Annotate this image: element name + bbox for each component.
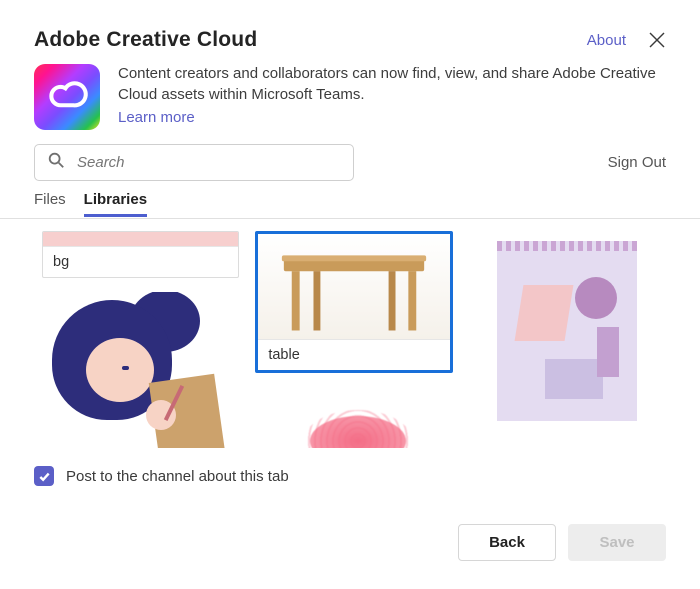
intro-block: Content creators and collaborators can n…: [34, 64, 666, 130]
sign-out-link[interactable]: Sign Out: [608, 154, 666, 171]
post-checkbox-label: Post to the channel about this tab: [66, 468, 289, 485]
search-row: Sign Out: [34, 144, 666, 181]
thumb-table: [258, 234, 449, 339]
tab-files[interactable]: Files: [34, 191, 66, 217]
close-icon[interactable]: [648, 31, 666, 49]
tab-strip: Files Libraries: [34, 191, 666, 218]
gallery-col-2: table: [255, 231, 452, 448]
post-to-channel-row: Post to the channel about this tab: [34, 466, 666, 486]
intro-text-wrap: Content creators and collaborators can n…: [118, 64, 666, 130]
tile-rug[interactable]: [469, 231, 666, 431]
gallery-col-3: [469, 231, 666, 448]
thumb-bg: [43, 232, 238, 246]
header-actions: About: [587, 31, 666, 49]
tile-illustration-girl[interactable]: [42, 292, 239, 448]
tile-label-table: table: [258, 339, 449, 370]
back-button[interactable]: Back: [458, 524, 556, 561]
asset-gallery: bg: [0, 218, 700, 448]
gallery-col-1: bg: [42, 231, 239, 448]
tile-table[interactable]: table: [255, 231, 452, 373]
thumb-slipper: [255, 387, 452, 448]
learn-more-link[interactable]: Learn more: [118, 109, 195, 126]
thumb-girl: [42, 292, 239, 448]
search-input[interactable]: [75, 153, 341, 172]
thumb-rug: [469, 231, 666, 431]
tab-libraries[interactable]: Libraries: [84, 191, 147, 217]
dialog-header: Adobe Creative Cloud About: [34, 28, 666, 52]
tile-label-bg: bg: [43, 246, 238, 277]
post-checkbox[interactable]: [34, 466, 54, 486]
creative-cloud-icon: [34, 64, 100, 130]
search-icon: [47, 151, 65, 174]
tile-bg[interactable]: bg: [42, 231, 239, 278]
tile-slipper[interactable]: [255, 387, 452, 448]
dialog-footer-buttons: Back Save: [34, 524, 666, 561]
about-link[interactable]: About: [587, 32, 626, 49]
search-box[interactable]: [34, 144, 354, 181]
intro-text: Content creators and collaborators can n…: [118, 64, 666, 105]
app-title: Adobe Creative Cloud: [34, 28, 257, 52]
add-tab-dialog: Adobe Creative Cloud About Content creat…: [0, 0, 700, 589]
save-button: Save: [568, 524, 666, 561]
